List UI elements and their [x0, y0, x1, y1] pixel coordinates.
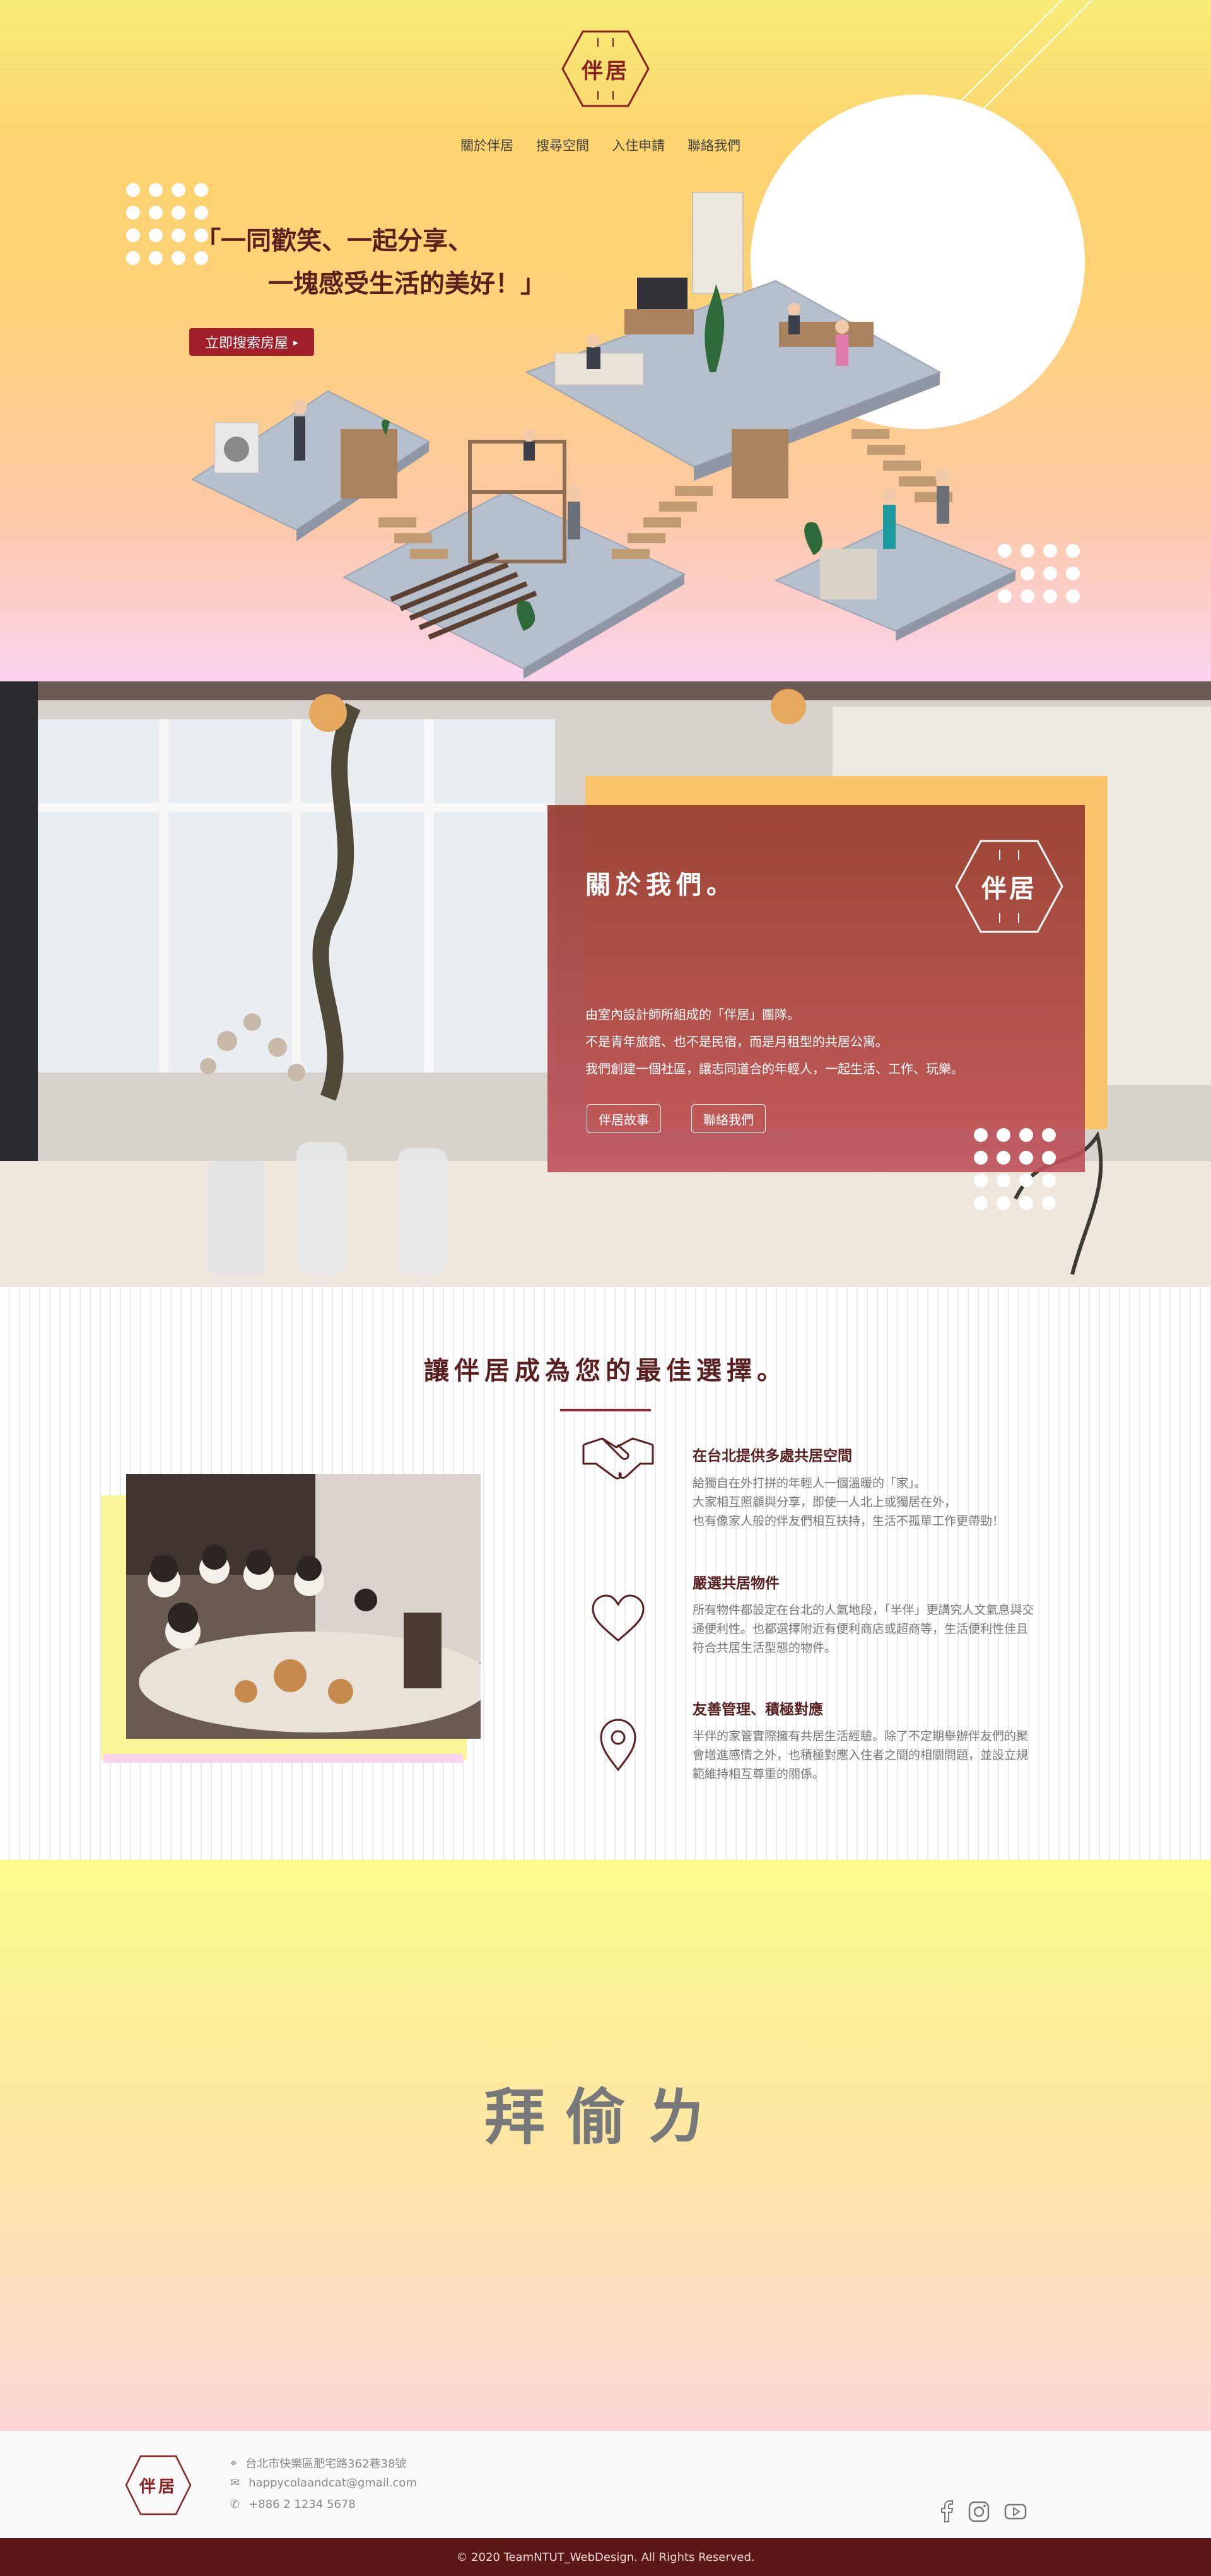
handshake-icon: [582, 1437, 654, 1479]
instagram-icon[interactable]: [968, 2500, 990, 2523]
isometric-house-illustration: [190, 192, 1017, 679]
about-logo-text: 伴居: [981, 874, 1037, 903]
feature-title: 嚴選共居物件: [693, 1575, 780, 1592]
hero-section: 伴居 關於伴居 搜尋空間 入住申請 聯絡我們 「一同歡笑、一起分享、 一塊感受生…: [0, 0, 1211, 681]
about-logo: 伴居: [952, 836, 1066, 937]
feature-description: 所有物件都設定在台北的人氣地段，「半伴」更講究人文氣息與交 通便利性。也都選擇附…: [693, 1603, 1034, 1655]
about-section: 關於我們。 伴居 由室內設計師所組成的「伴居」團隊。 不是青年旅館、也不是民宿，…: [0, 681, 1211, 1287]
youtube-icon[interactable]: [1004, 2500, 1027, 2523]
social-links: [940, 2500, 1027, 2523]
mail-icon: ✉: [230, 2476, 240, 2490]
copyright-bar: © 2020 TeamNTUT_WebDesign. All Rights Re…: [0, 2538, 1211, 2576]
feature-title: 友善管理、積極對應: [693, 1701, 823, 1718]
phone-icon: ✆: [230, 2498, 240, 2511]
story-button[interactable]: 伴居故事: [587, 1104, 661, 1133]
dinner-group-image: [126, 1474, 481, 1739]
about-paragraph-3: 我們創建一個社區，讓志同道合的年輕人，一起生活、工作、玩樂。: [585, 1061, 964, 1076]
footer: 伴居 ⌖ 台北市快樂區肥宅路362巷38號 ✉ happycolaandcat@…: [0, 2431, 1211, 2538]
contact-button[interactable]: 聯絡我們: [691, 1104, 766, 1133]
footer-logo[interactable]: 伴居: [124, 2454, 193, 2517]
why-choose-section: 讓伴居成為您的最佳選擇。 在台北提供多處共居空間 給獨自在外打拼的年輕人一個溫暖…: [0, 1287, 1211, 1860]
section-title: 讓伴居成為您的最佳選擇。: [424, 1356, 787, 1385]
about-title: 關於我們。: [585, 870, 737, 900]
footer-email[interactable]: ✉ happycolaandcat@gmail.com: [230, 2476, 417, 2490]
feature-title: 在台北提供多處共居空間: [693, 1447, 852, 1464]
title-underline: [560, 1409, 651, 1411]
dot-pattern: [974, 1128, 1056, 1210]
footer-address: ⌖ 台北市快樂區肥宅路362巷38號: [230, 2456, 407, 2471]
footer-logo-text: 伴居: [139, 2477, 177, 2497]
facebook-icon[interactable]: [940, 2500, 954, 2523]
group-photo: [126, 1474, 481, 1739]
footer-phone: ✆ +886 2 1234 5678: [230, 2498, 356, 2511]
feature-description: 給獨自在外打拼的年輕人一個溫暖的「家」。 大家相互照顧與分享，即使一人北上或獨居…: [693, 1476, 1005, 1528]
location-pin-icon: ⌖: [230, 2456, 237, 2470]
goodbye-text: 拜偷ㄌ: [484, 2082, 727, 2153]
location-pin-icon: [600, 1719, 636, 1772]
goodbye-section: 拜偷ㄌ: [0, 1860, 1211, 2431]
feature-description: 半伴的家管實際擁有共居生活經驗。除了不定期舉辦伴友們的聚 會增進感情之外，也積極…: [693, 1729, 1029, 1781]
heart-icon: [592, 1594, 645, 1642]
photo-accent-pink: [103, 1754, 463, 1763]
about-paragraph-1: 由室內設計師所組成的「伴居」團隊。: [585, 1007, 800, 1022]
about-paragraph-2: 不是青年旅館、也不是民宿，而是月租型的共居公寓。: [585, 1034, 888, 1049]
